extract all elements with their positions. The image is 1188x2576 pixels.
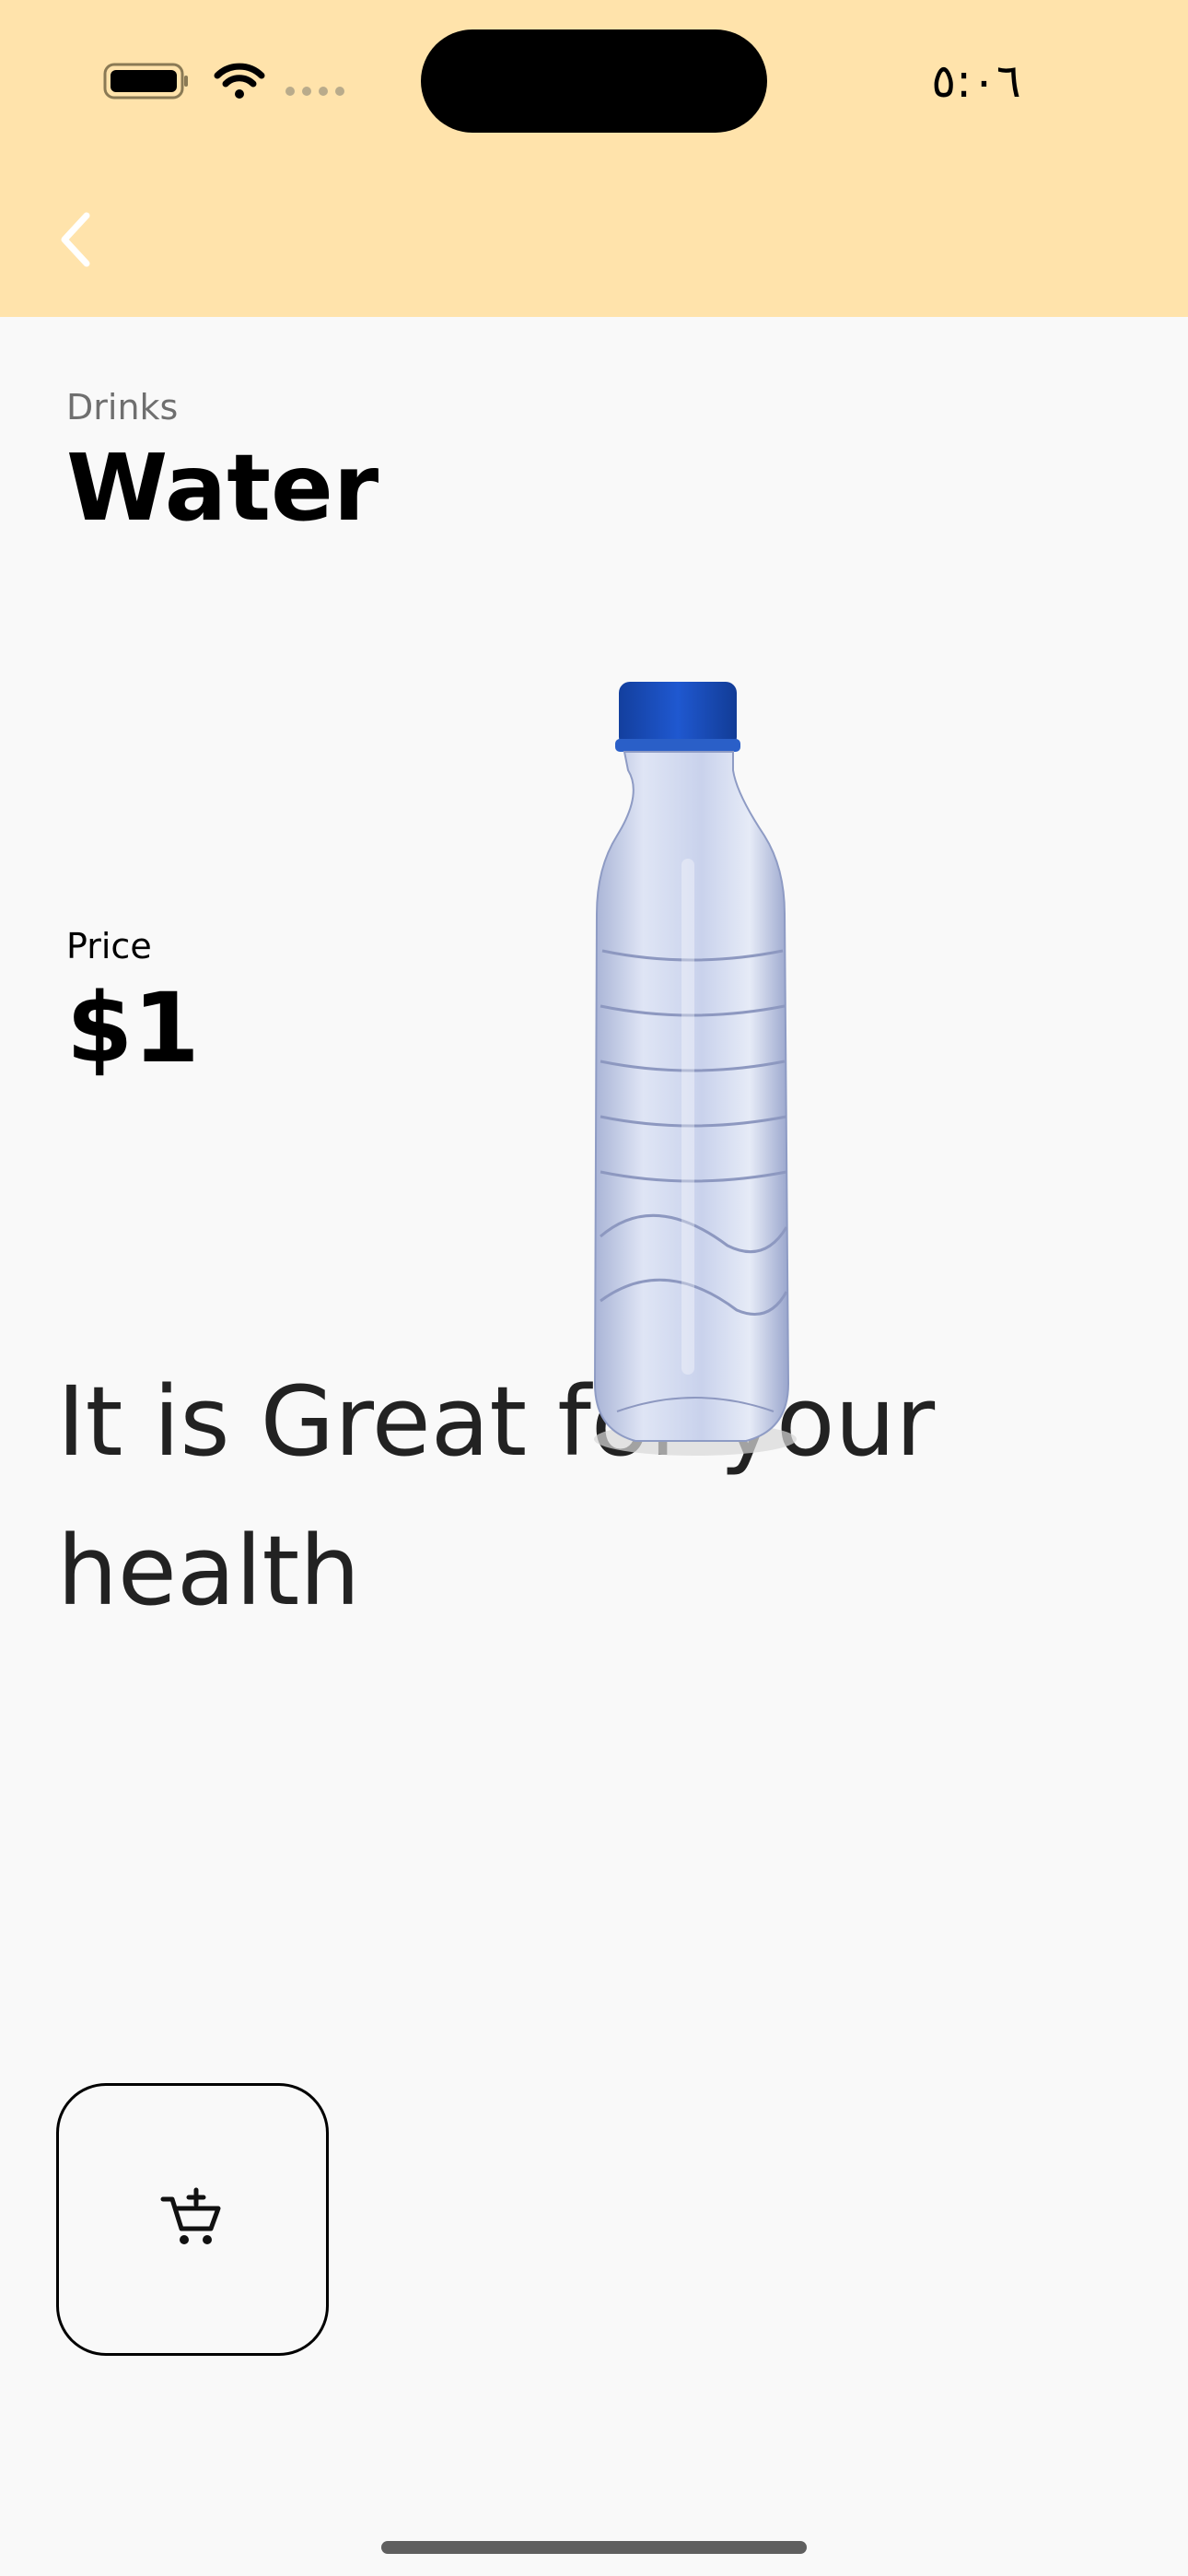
app-header: ٥:٠٦ bbox=[0, 0, 1188, 317]
battery-icon bbox=[103, 63, 188, 100]
cellular-signal-icon bbox=[285, 87, 344, 96]
product-category: Drinks bbox=[66, 387, 179, 427]
wifi-icon bbox=[214, 63, 265, 99]
status-time: ٥:٠٦ bbox=[931, 54, 1021, 108]
price-value: $1 bbox=[66, 972, 200, 1084]
back-button[interactable] bbox=[46, 203, 111, 276]
product-image-water-bottle bbox=[593, 682, 797, 1456]
dynamic-island bbox=[421, 29, 767, 133]
price-label: Price bbox=[66, 926, 152, 966]
home-indicator bbox=[381, 2541, 807, 2554]
cart-add-icon bbox=[160, 2187, 221, 2244]
status-bar: ٥:٠٦ bbox=[0, 0, 1188, 161]
product-title: Water bbox=[66, 434, 379, 542]
add-to-cart-button[interactable] bbox=[56, 2083, 329, 2356]
chevron-left-icon bbox=[61, 212, 90, 267]
